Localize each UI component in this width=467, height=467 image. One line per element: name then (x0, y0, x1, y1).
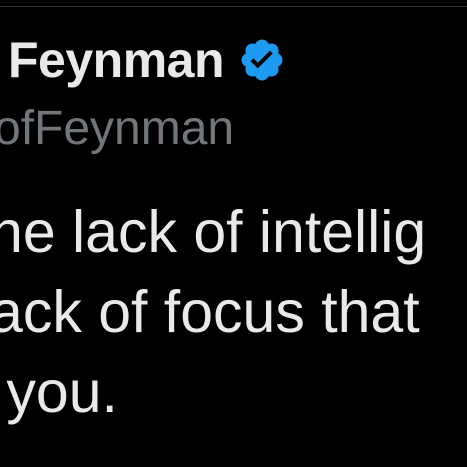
author-handle[interactable]: ofFeynman (0, 100, 234, 158)
post-text: he lack of intellig ack of focus that yo… (0, 192, 467, 432)
post-text-line: ack of focus that (0, 279, 420, 345)
verified-badge-icon (241, 39, 283, 81)
post-text-line: you. (0, 359, 118, 425)
post-text-line: he lack of intellig (0, 199, 427, 265)
author-name[interactable]: Feynman (8, 30, 225, 90)
top-divider (0, 6, 467, 7)
author-name-row[interactable]: Feynman (8, 30, 286, 90)
post-card: Feynman ofFeynman he lack of intellig ac… (0, 0, 467, 467)
